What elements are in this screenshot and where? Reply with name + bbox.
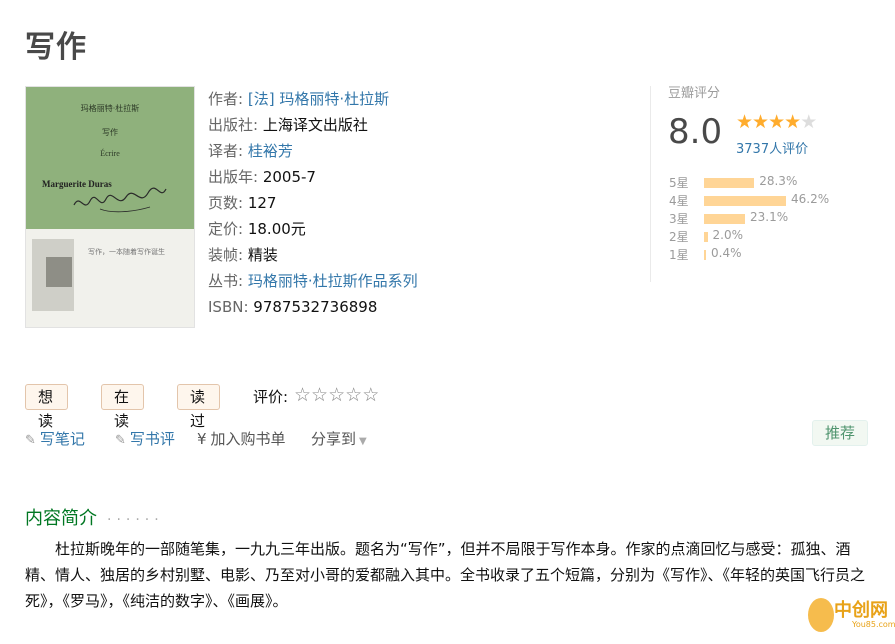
translator-link[interactable]: 桂裕芳 — [248, 142, 293, 160]
rating-bar — [704, 232, 708, 242]
pages-label: 页数: — [208, 194, 244, 212]
page-title: 写作 — [25, 30, 87, 65]
rating-bar — [704, 178, 755, 188]
cover-bottom: 写作，一本随着写作诞生 — [26, 229, 194, 327]
star-icon: ★ — [800, 111, 818, 133]
rating-bar — [704, 196, 786, 206]
rate-star-icon[interactable]: ☆ — [345, 384, 362, 406]
price-label: 定价: — [208, 220, 244, 238]
rating-row-pct: 0.4% — [711, 246, 742, 260]
author-label: 作者: — [208, 90, 244, 108]
rating-distribution: 5星 28.3% 4星 46.2% 3星 23.1% 2星 2.0% 1星 0.4% — [668, 174, 868, 264]
author-link[interactable]: [法] 玛格丽特·杜拉斯 — [248, 90, 389, 108]
rating-row-label: 1星 — [669, 248, 689, 262]
rating-row-label: 3星 — [669, 212, 689, 226]
pencil-icon: ✎ — [115, 433, 126, 448]
yen-icon: ¥ — [197, 430, 207, 448]
rating-row-label: 2星 — [669, 230, 689, 244]
rating-row: 3星 23.1% — [668, 210, 868, 228]
write-review-link[interactable]: ✎ 写书评 — [115, 428, 175, 449]
intro-heading: 内容简介 ······ — [25, 504, 164, 530]
rating-row: 2星 2.0% — [668, 228, 868, 246]
pencil-icon: ✎ — [25, 433, 36, 448]
chevron-down-icon: ▼ — [359, 436, 367, 447]
write-review-label: 写书评 — [129, 430, 175, 448]
signature-icon — [73, 187, 167, 213]
rating-row-label: 4星 — [669, 194, 689, 208]
translator-label: 译者: — [208, 142, 244, 160]
watermark-icon — [808, 598, 834, 632]
divider — [650, 86, 651, 282]
rating-panel: 豆瓣评分 8.0 ★★★★★ 3737人评价 5星 28.3% 4星 46.2% 3星 2… — [668, 82, 868, 262]
rating-bar — [704, 250, 706, 260]
cover-caption: 写作，一本随着写作诞生 — [88, 248, 165, 256]
rating-row: 5星 28.3% — [668, 174, 868, 192]
recommend-button[interactable]: 推荐 — [812, 420, 868, 446]
year-value: 2005-7 — [262, 168, 316, 186]
star-icon: ★ — [768, 111, 786, 133]
rating-row-pct: 28.3% — [759, 174, 798, 188]
price-value: 18.00元 — [247, 220, 306, 238]
series-link[interactable]: 玛格丽特·杜拉斯作品系列 — [248, 272, 418, 290]
rating-title: 豆瓣评分 — [668, 86, 721, 101]
add-cart-label: 加入购书单 — [210, 430, 286, 448]
cover-top-line: 玛格丽特·杜拉斯 — [80, 104, 140, 113]
book-cover[interactable]: 玛格丽特·杜拉斯 写作 Écrire Marguerite Duras 写作，一… — [25, 86, 195, 328]
isbn-label: ISBN: — [208, 298, 249, 316]
rating-row-pct: 46.2% — [791, 192, 830, 206]
binding-value: 精装 — [247, 246, 278, 264]
read-button[interactable]: 读过 — [177, 384, 221, 430]
rate-star-icon[interactable]: ☆ — [311, 384, 328, 406]
publisher-label: 出版社: — [208, 116, 259, 134]
intro-dots: ······ — [107, 512, 164, 528]
cover-photo — [32, 239, 74, 311]
series-label: 丛书: — [208, 272, 244, 290]
cover-title-cn: 写作 — [102, 128, 118, 137]
rating-row: 1星 0.4% — [668, 246, 868, 264]
rate-label: 评价: — [253, 388, 289, 406]
reading-button[interactable]: 在读 — [101, 384, 145, 430]
rate-star-icon[interactable]: ☆ — [294, 384, 311, 406]
intro-text: 杜拉斯晚年的一部随笔集，一九九三年出版。题名为“写作”，但并不局限于写作本身。作… — [25, 540, 866, 610]
add-cart-link[interactable]: ¥ 加入购书单 — [197, 428, 286, 449]
watermark-text: 中创网 — [834, 600, 888, 621]
share-label: 分享到 — [311, 430, 357, 448]
rate-star-icon[interactable]: ☆ — [362, 384, 379, 406]
rating-score: 8.0 — [668, 112, 723, 152]
rating-row-pct: 23.1% — [750, 210, 789, 224]
rating-bar — [704, 214, 745, 224]
pages-value: 127 — [247, 194, 277, 212]
rating-row: 4星 46.2% — [668, 192, 868, 210]
want-button[interactable]: 想读 — [25, 384, 69, 430]
cover-top: 玛格丽特·杜拉斯 写作 Écrire Marguerite Duras — [26, 87, 194, 229]
write-note-link[interactable]: ✎ 写笔记 — [25, 428, 85, 449]
year-label: 出版年: — [208, 168, 259, 186]
binding-label: 装帧: — [208, 246, 244, 264]
watermark-logo: 中创网 You85.com — [802, 592, 895, 642]
intro-title: 内容简介 — [25, 508, 97, 529]
rating-row-pct: 2.0% — [712, 228, 744, 242]
star-icon: ★ — [736, 111, 754, 133]
watermark-sub: You85.com — [852, 620, 895, 629]
isbn-value: 9787532736898 — [253, 298, 378, 316]
share-dropdown[interactable]: 分享到 ▼ — [311, 428, 367, 449]
rating-row-label: 5星 — [669, 176, 689, 190]
publisher-value: 上海译文出版社 — [262, 116, 368, 134]
rate-star-icon[interactable]: ☆ — [328, 384, 345, 406]
star-icon: ★ — [784, 111, 802, 133]
rate-stars: ☆☆☆☆☆ — [294, 384, 379, 406]
book-info: 作者: [法] 玛格丽特·杜拉斯 出版社: 上海译文出版社 译者: 桂裕芳 出版… — [208, 86, 418, 320]
rating-stars: ★★★★★ — [736, 111, 818, 133]
rating-count-link[interactable]: 3737人评价 — [736, 138, 808, 157]
write-note-label: 写笔记 — [39, 430, 85, 448]
cover-title-fr: Écrire — [100, 149, 120, 158]
star-icon: ★ — [752, 111, 770, 133]
